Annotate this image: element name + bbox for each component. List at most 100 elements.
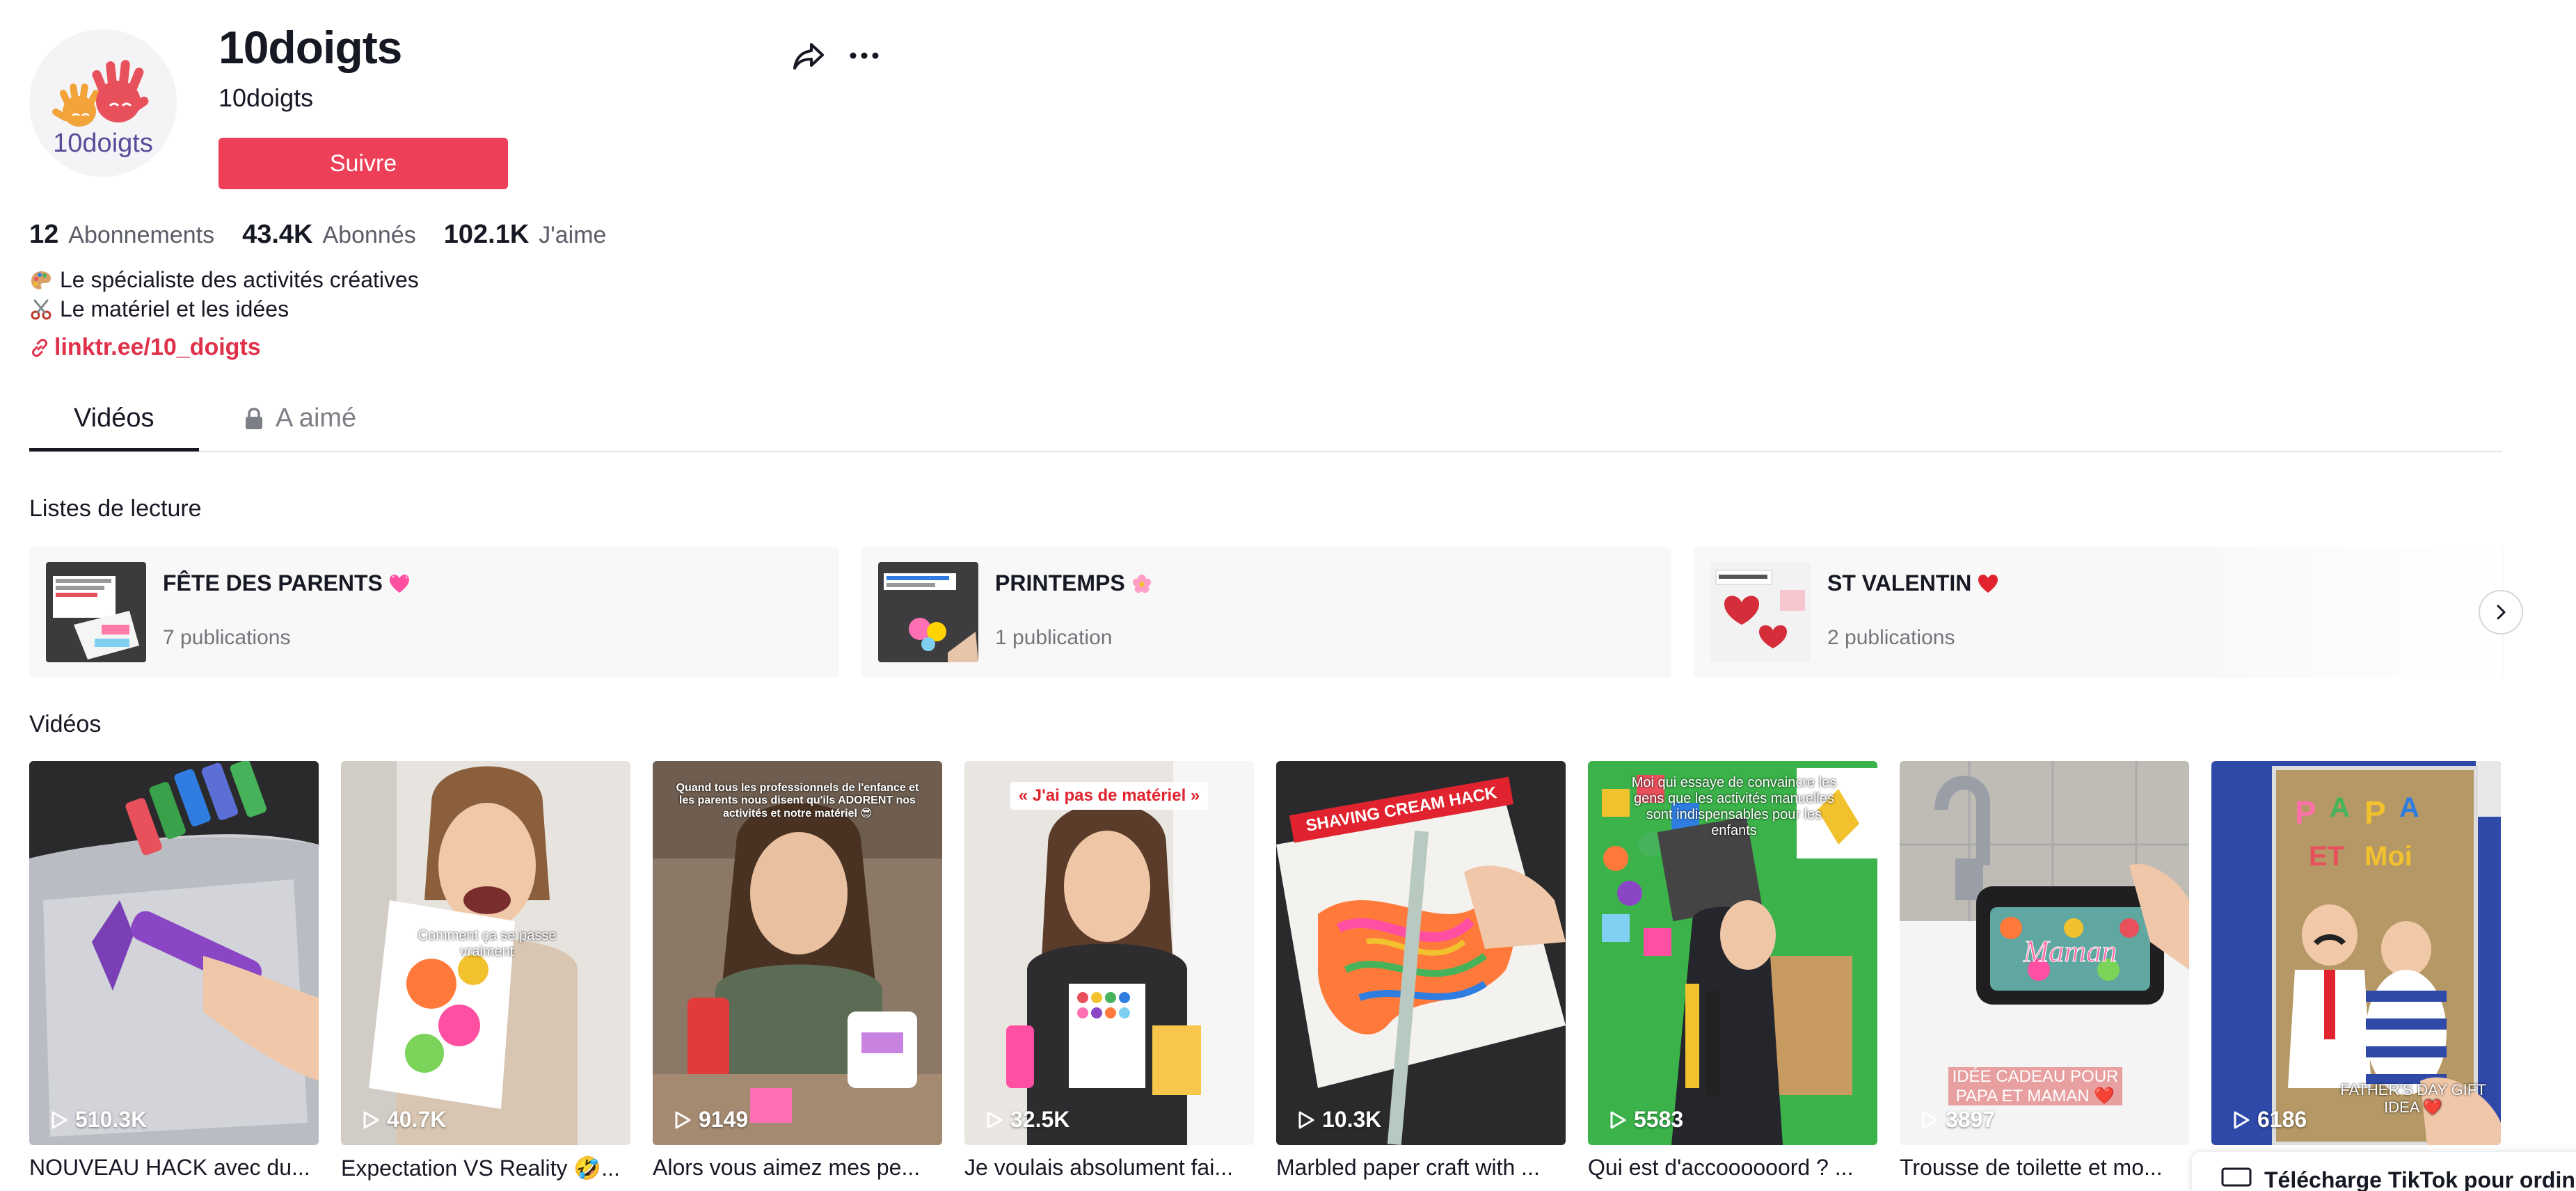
video-title[interactable]: Je voulais absolument fai...	[964, 1155, 1254, 1181]
profile-tabs: Vidéos A aimé	[29, 397, 2502, 452]
play-icon	[1610, 1111, 1626, 1128]
svg-text:A: A	[2399, 792, 2419, 823]
pink-heart-icon	[389, 574, 409, 593]
tab-liked-label: A aimé	[276, 403, 357, 433]
svg-text:ET: ET	[2309, 841, 2344, 872]
palette-icon	[31, 271, 51, 289]
download-app-label: Télécharge TikTok pour ordin	[2264, 1167, 2575, 1191]
playlist-name: FÊTE DES PARENTS	[163, 570, 411, 596]
follow-button[interactable]: Suivre	[218, 138, 508, 189]
svg-text:P: P	[2295, 794, 2316, 831]
video-title[interactable]: Qui est d'accoooooord ? ...	[1588, 1155, 1877, 1181]
play-icon	[363, 1111, 379, 1128]
followers-count: 43.4K	[242, 220, 313, 249]
play-icon	[987, 1111, 1003, 1128]
more-options-icon[interactable]	[846, 38, 882, 74]
svg-text:P: P	[2364, 794, 2386, 831]
red-heart-icon	[1978, 574, 1998, 593]
play-icon	[675, 1111, 691, 1128]
video-thumbnail[interactable]: P A P A ET Moi FATHER'S DAY GIFT IDEA ❤️…	[2211, 761, 2501, 1145]
video-title[interactable]: Marbled paper craft with ...	[1276, 1155, 1566, 1181]
view-count: 40.7K	[362, 1107, 446, 1133]
lock-icon	[246, 407, 262, 429]
chevron-right-icon	[2497, 605, 2506, 620]
video-thumbnail[interactable]: Comment ça se passe vraiment 40.7K	[341, 761, 630, 1145]
video-card[interactable]: Quand tous les professionnels de l'enfan…	[653, 761, 942, 1181]
scissors-icon	[31, 299, 51, 319]
tab-liked[interactable]: A aimé	[244, 403, 356, 433]
play-icon	[1922, 1111, 1938, 1128]
video-thumbnail[interactable]: SHAVING CREAM HACK 10.3K	[1276, 761, 1566, 1145]
videos-heading: Vidéos	[29, 711, 102, 737]
video-thumbnail[interactable]: « J'ai pas de matériel » 32.5K	[964, 761, 1254, 1145]
video-card[interactable]: P A P A ET Moi FATHER'S DAY GIFT IDEA ❤️…	[2211, 761, 2501, 1155]
profile-nickname: 10doigts	[218, 83, 314, 112]
following-label: Abonnements	[68, 222, 215, 248]
video-card[interactable]: « J'ai pas de matériel » 32.5K Je voulai…	[964, 761, 1254, 1181]
monitor-icon	[2221, 1167, 2252, 1187]
playlist-card[interactable]: FÊTE DES PARENTS 7 publications	[29, 547, 839, 678]
video-card[interactable]: 510.3K NOUVEAU HACK avec du...	[29, 761, 319, 1181]
video-caption-overlay: Quand tous les professionnels de l'enfan…	[676, 782, 919, 820]
link-icon	[32, 338, 47, 357]
video-title[interactable]: Trousse de toilette et mo...	[1900, 1155, 2189, 1181]
profile-avatar[interactable]: 10doigts	[29, 29, 177, 177]
playlist-name: PRINTEMPS	[995, 570, 1153, 596]
likes-count: 102.1K	[443, 220, 530, 249]
view-count: 9149	[674, 1107, 748, 1133]
bio-line: Le spécialiste des activités créatives	[29, 267, 419, 293]
video-caption-overlay: « J'ai pas de matériel »	[1010, 782, 1208, 810]
video-thumbnail[interactable]: Maman IDÉE CADEAU POUR PAPA ET MAMAN ❤️ …	[1900, 761, 2189, 1145]
video-caption-overlay: IDÉE CADEAU POUR PAPA ET MAMAN ❤️	[1948, 1067, 2122, 1106]
likes-label: J'aime	[539, 222, 607, 248]
video-thumbnail[interactable]: Quand tous les professionnels de l'enfan…	[653, 761, 942, 1145]
video-card[interactable]: SHAVING CREAM HACK 10.3K Marbled paper c…	[1276, 761, 1566, 1181]
video-card[interactable]: Moi qui essaye de convaincre les gens qu…	[1588, 761, 1877, 1181]
bio-line: Le matériel et les idées	[29, 296, 289, 322]
video-card[interactable]: Maman IDÉE CADEAU POUR PAPA ET MAMAN ❤️ …	[1900, 761, 2189, 1181]
playlist-name: ST VALENTIN	[1827, 570, 1999, 596]
view-count: 10.3K	[1297, 1107, 1381, 1133]
playlist-count: 1 publication	[995, 626, 1113, 649]
followers-stat[interactable]: 43.4K Abonnés	[242, 220, 416, 250]
playlist-fade-overlay	[2185, 547, 2502, 678]
playlist-count: 2 publications	[1827, 626, 1955, 649]
video-caption-overlay: FATHER'S DAY GIFT IDEA ❤️	[2340, 1081, 2486, 1117]
playlist-next-button[interactable]	[2479, 590, 2523, 634]
playlist-count: 7 publications	[163, 626, 291, 649]
video-thumbnail[interactable]: 510.3K	[29, 761, 319, 1145]
following-stat[interactable]: 12 Abonnements	[29, 220, 214, 250]
bio-link-text: linktr.ee/10_doigts	[54, 334, 261, 360]
video-caption-overlay: Moi qui essaye de convaincre les gens qu…	[1631, 775, 1837, 838]
playlists-heading: Listes de lecture	[29, 495, 202, 522]
bio-link[interactable]: linktr.ee/10_doigts	[29, 334, 261, 361]
playlist-thumbnail	[878, 562, 978, 662]
view-count: 6186	[2232, 1107, 2307, 1133]
bio-text-1: Le spécialiste des activités créatives	[60, 267, 419, 292]
video-title[interactable]: Alors vous aimez mes pe...	[653, 1155, 942, 1181]
playlist-card[interactable]: PRINTEMPS 1 publication	[861, 547, 1671, 678]
active-tab-indicator	[29, 448, 199, 451]
likes-stat: 102.1K J'aime	[444, 220, 607, 250]
share-icon[interactable]	[790, 38, 827, 74]
following-count: 12	[29, 220, 59, 249]
download-app-banner[interactable]: Télécharge TikTok pour ordin	[2192, 1152, 2576, 1191]
svg-text:Maman: Maman	[2023, 934, 2117, 968]
play-icon	[51, 1111, 67, 1128]
video-thumbnail[interactable]: Moi qui essaye de convaincre les gens qu…	[1588, 761, 1877, 1145]
video-title[interactable]: Expectation VS Reality 🤣...	[341, 1155, 630, 1181]
svg-text:10doigts: 10doigts	[53, 129, 153, 158]
video-title[interactable]: NOUVEAU HACK avec du...	[29, 1155, 319, 1181]
flower-icon	[1132, 574, 1151, 593]
svg-text:Moi: Moi	[2364, 841, 2412, 872]
video-card[interactable]: Comment ça se passe vraiment 40.7K Expec…	[341, 761, 630, 1181]
tab-videos-label: Vidéos	[74, 403, 154, 433]
profile-stats: 12 Abonnements 43.4K Abonnés 102.1K J'ai…	[29, 220, 634, 250]
svg-text:A: A	[2330, 792, 2350, 823]
play-icon	[1298, 1111, 1314, 1128]
view-count: 510.3K	[50, 1107, 147, 1133]
profile-username: 10doigts	[218, 22, 402, 73]
tab-videos[interactable]: Vidéos	[74, 403, 154, 433]
playlist-thumbnail	[46, 562, 146, 662]
bio-text-2: Le matériel et les idées	[60, 296, 289, 321]
